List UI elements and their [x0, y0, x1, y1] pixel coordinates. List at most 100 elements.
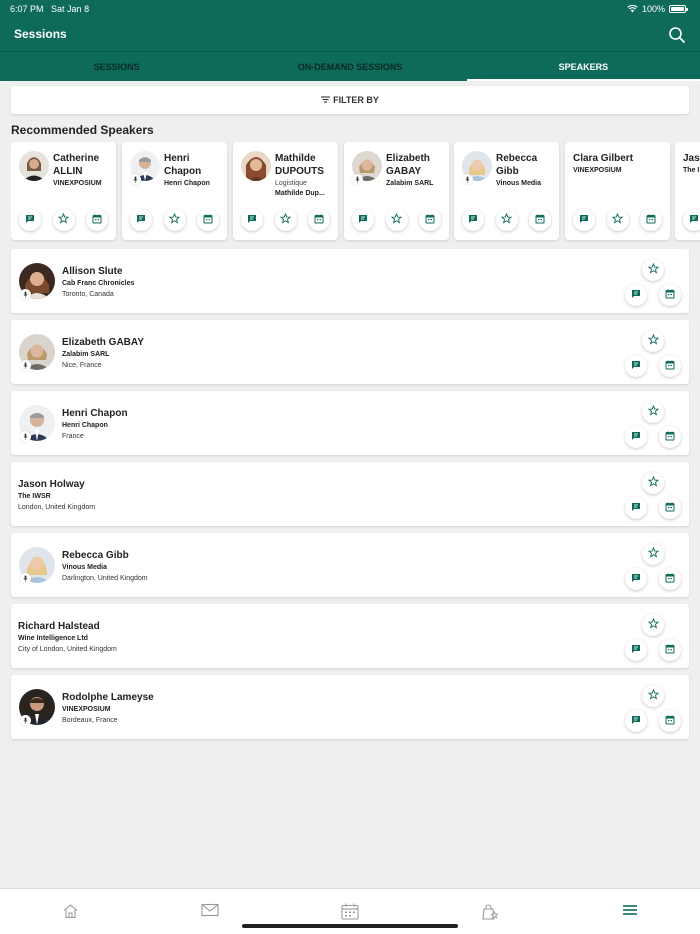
schedule-meeting-button[interactable] — [529, 209, 551, 231]
favorite-button[interactable] — [385, 209, 408, 231]
chat-button[interactable] — [625, 568, 647, 590]
nav-home[interactable] — [0, 889, 140, 934]
schedule-meeting-button[interactable] — [419, 209, 441, 231]
speaker-org: Mathilde Dup... — [275, 190, 325, 197]
home-indicator — [242, 924, 458, 928]
chat-button[interactable] — [625, 710, 647, 732]
card-actions — [19, 209, 108, 231]
chat-icon — [631, 712, 641, 730]
recommended-card[interactable]: Henri Chapon Henri Chapon — [122, 142, 227, 240]
chat-button[interactable] — [19, 209, 41, 231]
schedule-meeting-button[interactable] — [659, 497, 681, 519]
chat-button[interactable] — [625, 355, 647, 377]
speaker-row[interactable]: Allison Slute Cab Franc Chronicles Toron… — [11, 249, 689, 313]
recommended-card[interactable]: Catherine ALLIN VINEXPOSIUM — [11, 142, 116, 240]
chat-button[interactable] — [573, 209, 595, 231]
speaker-row[interactable]: Jason Holway The IWSR London, United Kin… — [11, 462, 689, 526]
calendar-icon — [665, 286, 675, 304]
status-date: Sat Jan 8 — [51, 4, 90, 14]
microphone-icon — [352, 174, 363, 185]
recommended-card[interactable]: Clara Gilbert VINEXPOSIUM — [565, 142, 670, 240]
speaker-org: Zalabim SARL — [386, 180, 434, 187]
recommended-card[interactable]: Jaso The I — [675, 142, 700, 240]
schedule-meeting-button[interactable] — [308, 209, 330, 231]
chat-icon — [689, 211, 699, 229]
speaker-org: Cab Franc Chronicles — [62, 280, 135, 287]
chat-button[interactable] — [625, 426, 647, 448]
speaker-row[interactable]: Rodolphe Lameyse VINEXPOSIUM Bordeaux, F… — [11, 675, 689, 739]
favorite-button[interactable] — [274, 209, 297, 231]
speaker-row[interactable]: Elizabeth GABAY Zalabim SARL Nice, Franc… — [11, 320, 689, 384]
chat-button[interactable] — [625, 639, 647, 661]
battery-percent: 100% — [641, 4, 665, 14]
status-time: 6:07 PM — [10, 4, 44, 14]
schedule-meeting-button[interactable] — [197, 209, 219, 231]
star-icon — [500, 211, 513, 229]
chat-button[interactable] — [130, 209, 152, 231]
speaker-row[interactable]: Richard Halstead Wine Intelligence Ltd C… — [11, 604, 689, 668]
calendar-icon — [665, 499, 675, 517]
speaker-name: Henri Chapon — [164, 153, 202, 177]
speaker-name: Rebecca Gibb — [62, 550, 129, 561]
recommended-speakers-carousel[interactable]: Catherine ALLIN VINEXPOSIUM Henri Chapon… — [11, 142, 700, 242]
schedule-meeting-button[interactable] — [659, 710, 681, 732]
tab-on-demand-sessions[interactable]: ON-DEMAND SESSIONS — [233, 52, 466, 81]
chat-button[interactable] — [352, 209, 374, 231]
search-icon[interactable] — [668, 26, 686, 44]
tab-speakers[interactable]: SPEAKERS — [466, 52, 700, 81]
speaker-name: Rebecca Gibb — [496, 153, 538, 177]
schedule-meeting-button[interactable] — [659, 284, 681, 306]
recommended-card[interactable]: Rebecca Gibb Vinous Media — [454, 142, 559, 240]
schedule-meeting-button[interactable] — [86, 209, 108, 231]
calendar-icon — [203, 211, 213, 229]
speaker-location: London, United Kingdom — [18, 504, 96, 511]
speaker-name: Allison Slute — [62, 266, 123, 277]
star-icon — [647, 261, 659, 279]
chat-button[interactable] — [683, 209, 700, 231]
schedule-meeting-button[interactable] — [659, 639, 681, 661]
schedule-meeting-button[interactable] — [659, 355, 681, 377]
chat-button[interactable] — [462, 209, 484, 231]
favorite-button[interactable] — [642, 401, 664, 423]
tab-sessions[interactable]: SESSIONS — [0, 52, 233, 81]
favorite-button[interactable] — [495, 209, 518, 231]
favorite-button[interactable] — [642, 472, 664, 494]
favorite-button[interactable] — [642, 685, 664, 707]
schedule-meeting-button[interactable] — [659, 568, 681, 590]
favorite-button[interactable] — [52, 209, 75, 231]
schedule-meeting-button[interactable] — [659, 426, 681, 448]
card-info: Clara Gilbert VINEXPOSIUM — [573, 152, 666, 176]
favorite-button[interactable] — [163, 209, 186, 231]
speaker-location: France — [62, 433, 84, 440]
star-icon — [647, 545, 659, 563]
speaker-row[interactable]: Henri Chapon Henri Chapon France — [11, 391, 689, 455]
recommended-card[interactable]: Mathilde DUPOUTS Logistique Mathilde Dup… — [233, 142, 338, 240]
chat-icon — [631, 641, 641, 659]
schedule-meeting-button[interactable] — [640, 209, 662, 231]
card-info: Henri Chapon Henri Chapon — [164, 152, 223, 189]
speaker-name: Catherine ALLIN — [53, 153, 100, 177]
favorite-button[interactable] — [642, 614, 664, 636]
mic-badge — [462, 174, 473, 185]
mic-badge — [20, 431, 31, 442]
nav-menu[interactable] — [560, 889, 700, 934]
chat-icon — [631, 570, 641, 588]
star-icon — [647, 474, 659, 492]
favorite-button[interactable] — [642, 330, 664, 352]
microphone-icon — [20, 573, 31, 584]
favorite-button[interactable] — [642, 543, 664, 565]
filter-by-button[interactable]: FILTER BY — [11, 86, 689, 114]
chat-icon — [631, 286, 641, 304]
speaker-title: Logistique — [275, 180, 307, 187]
speaker-org: Vinous Media — [496, 180, 541, 187]
speaker-row[interactable]: Rebecca Gibb Vinous Media Darlington, Un… — [11, 533, 689, 597]
chat-button[interactable] — [241, 209, 263, 231]
chat-button[interactable] — [625, 284, 647, 306]
microphone-icon — [20, 431, 31, 442]
favorite-button[interactable] — [606, 209, 629, 231]
filter-label: FILTER BY — [333, 95, 379, 105]
home-icon — [62, 903, 79, 924]
chat-button[interactable] — [625, 497, 647, 519]
recommended-card[interactable]: Elizabeth GABAY Zalabim SARL — [344, 142, 449, 240]
favorite-button[interactable] — [642, 259, 664, 281]
